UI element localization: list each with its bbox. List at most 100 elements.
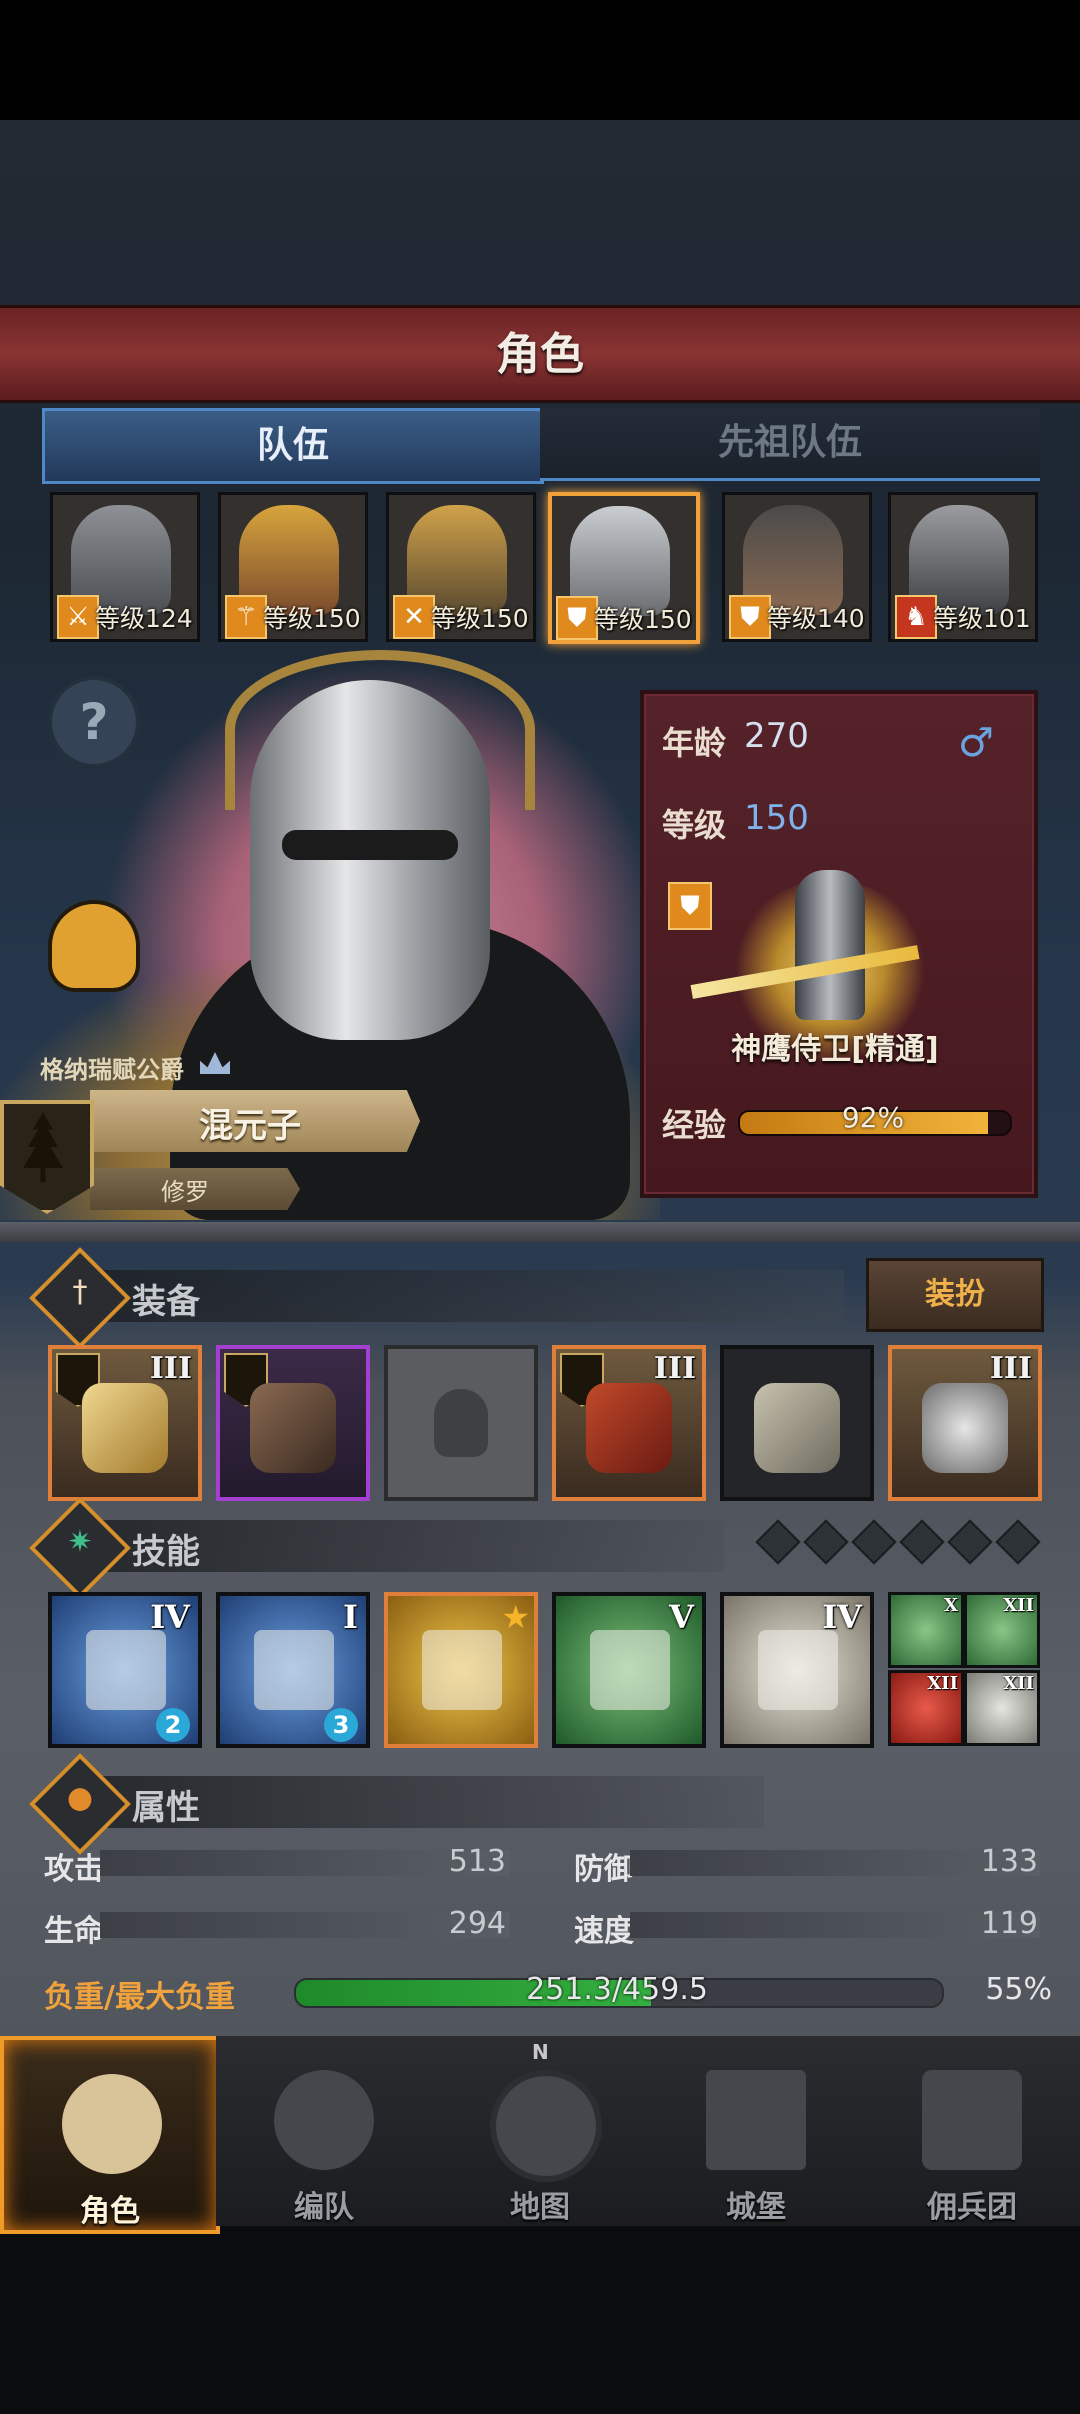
equip-weapon[interactable]: III xyxy=(48,1345,202,1501)
age-label: 年龄 xyxy=(662,724,727,762)
status-bar-area xyxy=(0,0,1080,120)
nav-mercenary[interactable]: 佣兵团 xyxy=(864,2036,1080,2226)
unit-figure[interactable] xyxy=(795,870,865,1020)
equip-tier: III xyxy=(149,1351,192,1386)
speed-value: 119 xyxy=(980,1906,1038,1941)
item-bag-icon[interactable] xyxy=(48,900,140,992)
hero-slot-3[interactable]: ✕ 等级150 xyxy=(386,492,536,642)
dagger-icon: † xyxy=(72,1274,88,1310)
hp-value: 294 xyxy=(448,1906,506,1941)
accessory-icon xyxy=(922,1383,1008,1473)
hero-level: 等级150 xyxy=(431,604,529,633)
skill-count: 2 xyxy=(156,1708,190,1742)
attack-label: 攻击 xyxy=(44,1852,104,1887)
armor-icon xyxy=(586,1383,672,1473)
hero-slot-5[interactable]: ⛊ 等级140 xyxy=(722,492,872,642)
gauntlet-icon xyxy=(250,1383,336,1473)
defense-label: 防御 xyxy=(574,1852,634,1887)
sword-shield-skill-icon xyxy=(422,1630,502,1710)
skill-slot-4[interactable]: V xyxy=(552,1592,706,1748)
mini-skill-4[interactable]: XII xyxy=(964,1670,1040,1746)
help-button[interactable]: ? xyxy=(48,676,140,768)
defense-value: 133 xyxy=(980,1844,1038,1879)
mini-skill-3[interactable]: XII xyxy=(888,1670,964,1746)
equip-helmet-empty[interactable] xyxy=(384,1345,538,1501)
equip-gauntlet[interactable] xyxy=(216,1345,370,1501)
banner-icon xyxy=(922,2070,1022,2170)
claw-skill-icon xyxy=(254,1630,334,1710)
dress-up-button[interactable]: 装扮 xyxy=(866,1258,1044,1332)
horse-icon: ♞ xyxy=(895,595,937,639)
speed-label: 速度 xyxy=(574,1914,634,1949)
nav-label: 城堡 xyxy=(726,2190,786,2225)
age-value: 270 xyxy=(744,716,809,756)
helmet-icon xyxy=(274,2070,374,2170)
sword-icon: ⚔ xyxy=(57,595,99,639)
knight-icon xyxy=(62,2074,162,2174)
exp-label: 经验 xyxy=(662,1106,727,1144)
compass-north-label: N xyxy=(532,2040,549,2064)
hero-level: 等级101 xyxy=(933,604,1031,633)
skill-slot-5[interactable]: IV xyxy=(720,1592,874,1748)
weapon-icon xyxy=(82,1383,168,1473)
tab-ancestor-team[interactable]: 先祖队伍 xyxy=(540,408,1040,481)
boots-icon xyxy=(754,1383,840,1473)
hero-slot-2[interactable]: ⚚ 等级150 xyxy=(218,492,368,642)
nav-character[interactable]: 角色 xyxy=(0,2036,220,2234)
nav-castle[interactable]: 城堡 xyxy=(648,2036,866,2226)
bottom-black-area xyxy=(0,2225,1080,2414)
helmet-placeholder-icon xyxy=(434,1389,488,1457)
attack-value: 513 xyxy=(448,1844,506,1879)
mini-skill-1[interactable]: X xyxy=(888,1592,964,1668)
skill-tier: X xyxy=(944,1595,958,1616)
page-title: 角色 xyxy=(496,329,584,380)
crystal-skill-icon xyxy=(758,1630,838,1710)
skill-tier: XII xyxy=(927,1673,958,1694)
cross-swords-icon: ✕ xyxy=(393,595,435,639)
hp-label: 生命 xyxy=(44,1914,104,1949)
character-name[interactable]: 混元子 xyxy=(120,1098,380,1147)
skill-tier: V xyxy=(669,1598,694,1636)
hero-level: 等级150 xyxy=(263,604,361,633)
character-helmet xyxy=(250,680,490,1040)
skill-tier: XII xyxy=(1003,1673,1034,1694)
skill-slot-1[interactable]: IV 2 xyxy=(48,1592,202,1748)
shield-icon: ⛊ xyxy=(729,595,771,639)
star-icon: ✷ xyxy=(67,1524,93,1560)
helmet-visor xyxy=(282,830,458,860)
nav-formation[interactable]: 编队 xyxy=(216,2036,434,2226)
load-value: 251.3/459.5 xyxy=(526,1972,708,2007)
skill-slot-3[interactable]: ★ xyxy=(384,1592,538,1748)
compass-icon xyxy=(490,2070,602,2182)
skill-tier: IV xyxy=(150,1598,190,1636)
nav-label: 地图 xyxy=(510,2190,570,2225)
level-label: 等级 xyxy=(662,806,727,844)
skill-slot-2[interactable]: I 3 xyxy=(216,1592,370,1748)
equip-armor[interactable]: III xyxy=(552,1345,706,1501)
section-divider xyxy=(0,1222,1080,1242)
skill-tier: I xyxy=(343,1598,358,1636)
tab-team[interactable]: 队伍 xyxy=(42,408,544,484)
nav-label: 佣兵团 xyxy=(927,2190,1017,2225)
load-percent: 55% xyxy=(985,1972,1052,2007)
skill-count: 3 xyxy=(324,1708,358,1742)
hero-slot-1[interactable]: ⚔ 等级124 xyxy=(50,492,200,642)
hero-slot-6[interactable]: ♞ 等级101 xyxy=(888,492,1038,642)
skill-tier: XII xyxy=(1003,1595,1034,1616)
staff-icon: ⚚ xyxy=(225,595,267,639)
sword-skill-icon xyxy=(86,1630,166,1710)
male-icon: ♂ xyxy=(958,720,994,766)
character-subtitle: 修罗 xyxy=(161,1178,209,1206)
equip-boots[interactable] xyxy=(720,1345,874,1501)
equipment-label: 装备 xyxy=(132,1282,200,1322)
load-label: 负重/最大负重 xyxy=(44,1980,235,2015)
mini-skill-2[interactable]: XII xyxy=(964,1592,1040,1668)
castle-icon xyxy=(706,2070,806,2170)
hero-level: 等级140 xyxy=(767,604,865,633)
skills-label: 技能 xyxy=(132,1532,200,1572)
noble-title: 格纳瑞赋公爵 xyxy=(40,1056,184,1084)
nav-map[interactable]: N 地图 xyxy=(432,2036,650,2226)
hero-level: 等级150 xyxy=(594,605,692,634)
hero-slot-4-selected[interactable]: ⛊ 等级150 xyxy=(548,492,700,644)
equip-accessory[interactable]: III xyxy=(888,1345,1042,1501)
